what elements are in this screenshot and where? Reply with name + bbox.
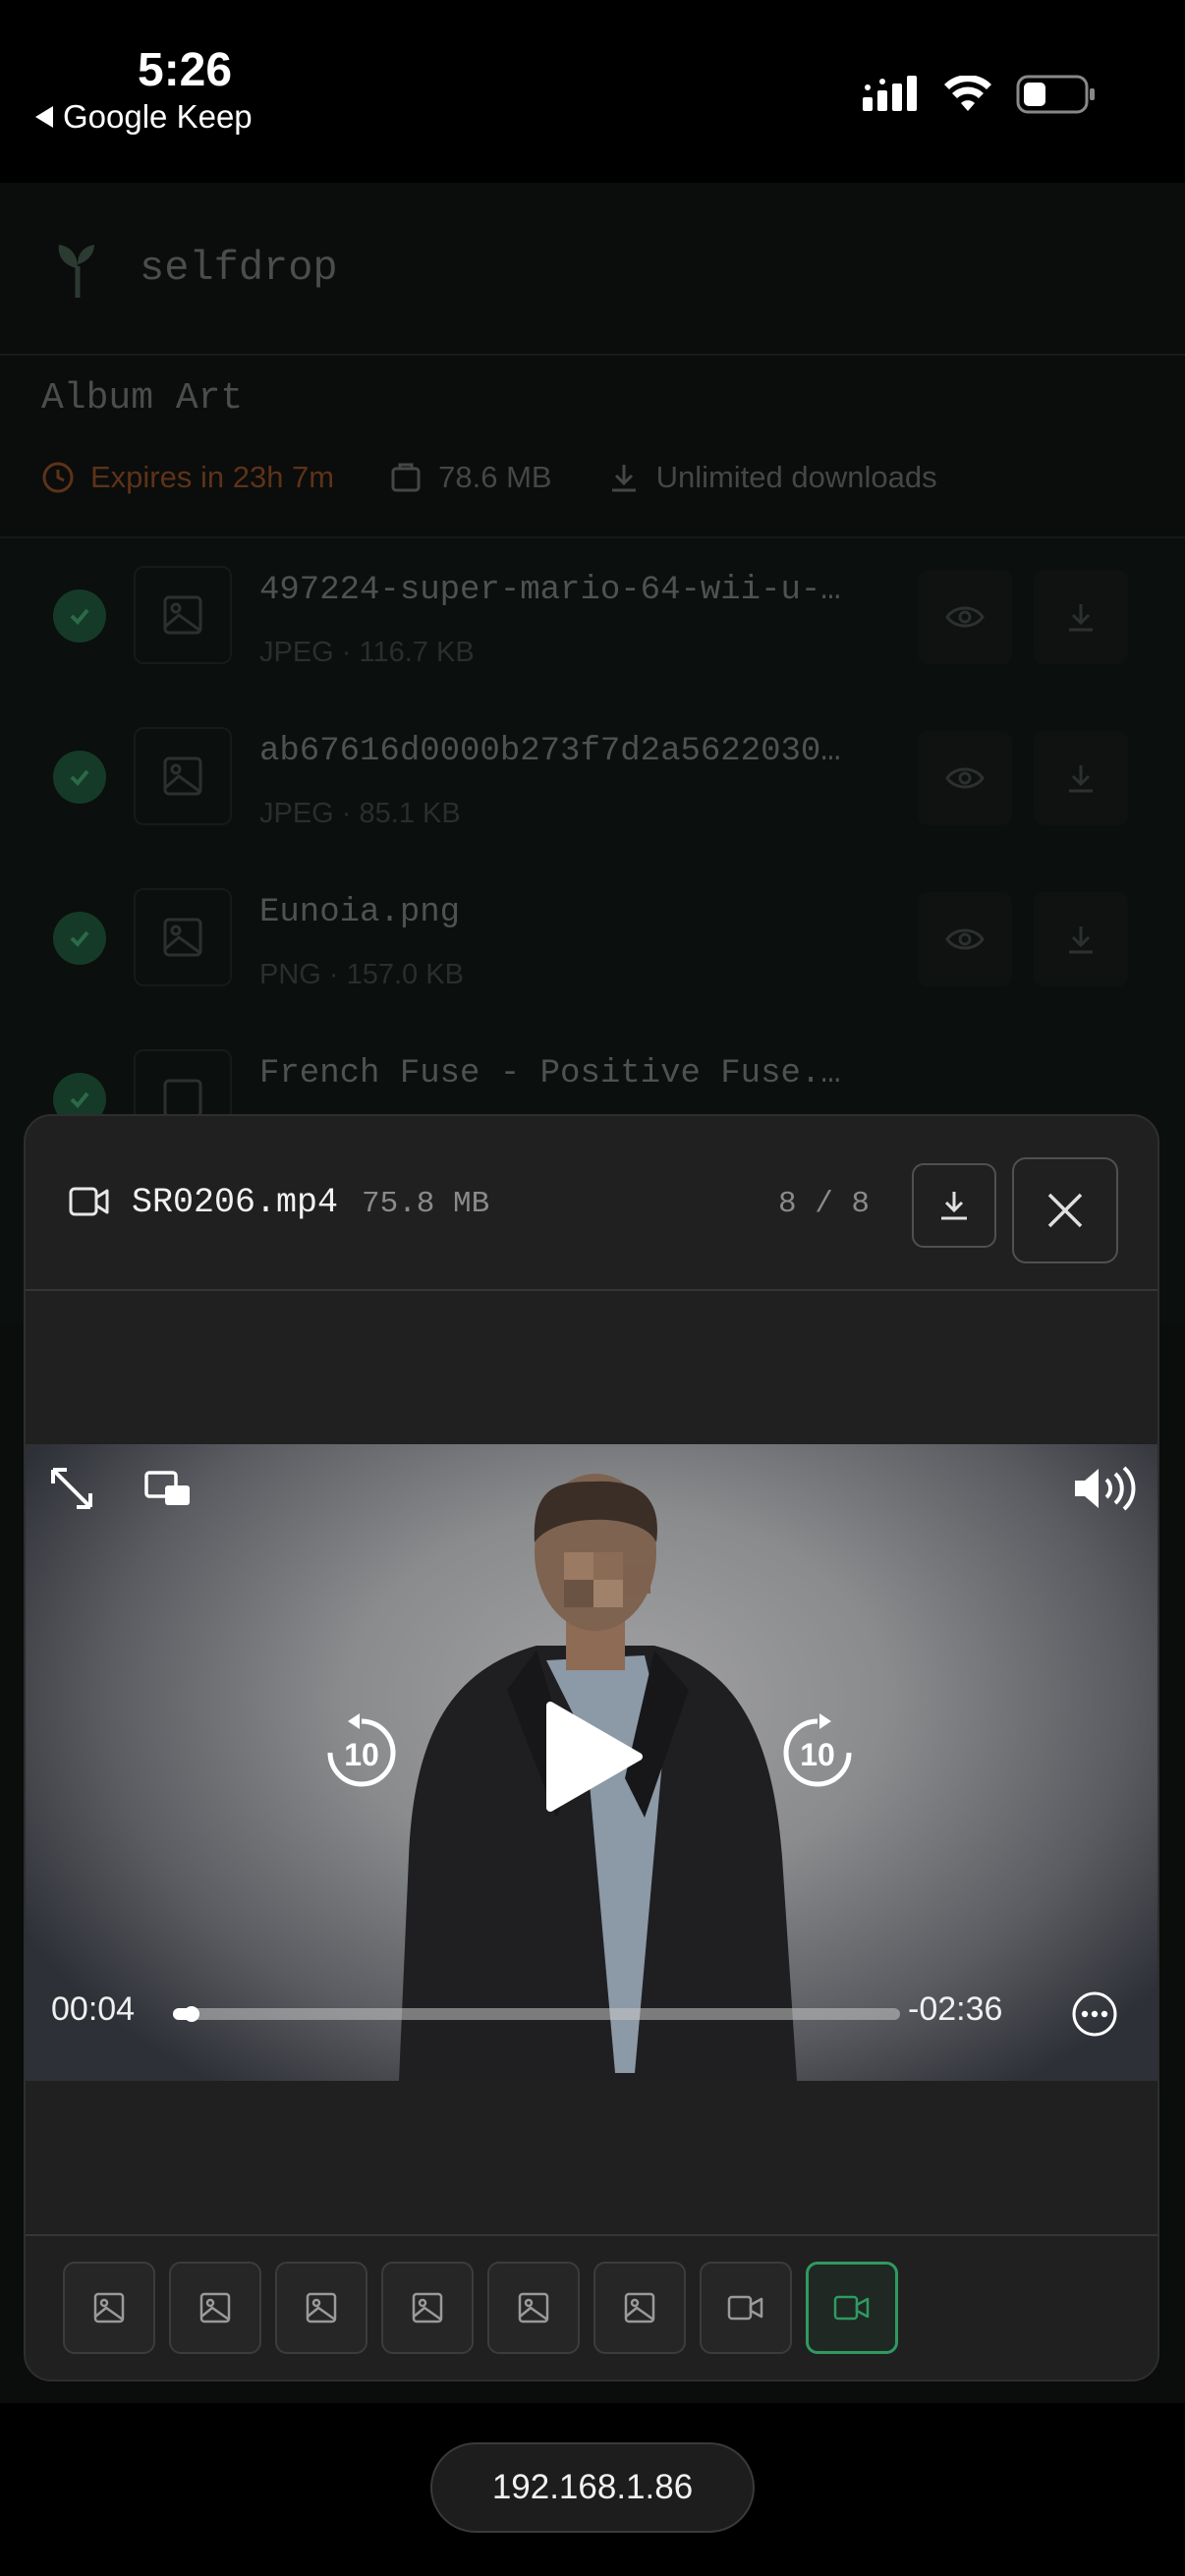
skip-back-label: 10 <box>344 1737 379 1772</box>
skip-back-button[interactable]: 10 <box>320 1711 403 1794</box>
download-button[interactable] <box>1034 570 1128 664</box>
video-file-icon <box>69 1187 109 1216</box>
thumbnail-1[interactable] <box>63 2262 155 2354</box>
image-thumb-icon <box>517 2291 550 2324</box>
file-row[interactable]: Eunoia.png PNG · 157.0 KB <box>0 861 1185 1022</box>
download-count-icon <box>611 465 636 492</box>
image-thumb-icon <box>411 2291 444 2324</box>
image-file-icon <box>134 888 232 986</box>
download-icon <box>1069 765 1093 793</box>
remaining-time: -02:36 <box>908 1990 1003 2028</box>
expiry-text: Expires in 23h 7m <box>90 460 335 494</box>
thumbnail-4[interactable] <box>381 2262 474 2354</box>
downloads-text: Unlimited downloads <box>655 460 937 494</box>
image-thumb-icon <box>92 2291 126 2324</box>
file-name: French Fuse - Positive Fuse.… <box>259 1055 841 1092</box>
file-row[interactable]: ab67616d0000b273f7d2a5622030… JPEG · 85.… <box>0 700 1185 861</box>
status-bar: 5:26 Google Keep <box>0 0 1185 183</box>
file-row[interactable]: 497224-super-mario-64-wii-u-… JPEG · 116… <box>0 538 1185 700</box>
download-icon <box>1069 604 1093 632</box>
back-arrow-icon <box>35 106 53 128</box>
eye-icon <box>945 767 985 789</box>
wifi-icon <box>944 76 991 111</box>
viewer-download-button[interactable] <box>912 1163 996 1248</box>
file-meta: JPEG · 85.1 KB <box>259 798 461 829</box>
skip-forward-label: 10 <box>800 1737 835 1772</box>
image-thumb-icon <box>198 2291 232 2324</box>
video-thumb-icon <box>727 2293 764 2323</box>
picture-in-picture-icon[interactable] <box>143 1470 193 1509</box>
video-player[interactable]: 10 10 00:04 -02:36 <box>26 1444 1157 2081</box>
file-meta: PNG · 157.0 KB <box>259 959 464 990</box>
viewer-file-name: SR0206.mp4 <box>132 1183 339 1222</box>
sprout-logo-icon <box>58 245 94 298</box>
viewer-header: SR0206.mp4 75.8 MB 8 / 8 <box>26 1116 1157 1291</box>
download-button[interactable] <box>1034 731 1128 825</box>
preview-button[interactable] <box>918 892 1012 986</box>
drop-meta: Expires in 23h 7m 78.6 MB Unlimited down… <box>41 460 937 495</box>
image-file-icon <box>134 566 232 664</box>
thumbnail-7[interactable] <box>700 2262 792 2354</box>
close-icon <box>1047 1193 1083 1228</box>
media-viewer-modal: SR0206.mp4 75.8 MB 8 / 8 10 10 00:04 -02… <box>24 1114 1159 2381</box>
video-thumb-icon <box>833 2293 871 2323</box>
fullscreen-icon[interactable] <box>47 1464 96 1513</box>
preview-button[interactable] <box>918 570 1012 664</box>
host-address[interactable]: 192.168.1.86 <box>430 2442 755 2533</box>
selected-check-icon[interactable] <box>53 751 106 804</box>
cellular-signal-icon <box>863 76 917 111</box>
clock-icon <box>42 462 74 493</box>
current-time: 00:04 <box>51 1990 136 2028</box>
download-icon <box>1069 926 1093 954</box>
file-name: ab67616d0000b273f7d2a5622030… <box>259 733 841 770</box>
skip-forward-button[interactable]: 10 <box>776 1711 859 1794</box>
back-to-app-link[interactable]: Google Keep <box>35 98 253 136</box>
thumbnail-3[interactable] <box>275 2262 367 2354</box>
thumbnail-6[interactable] <box>593 2262 686 2354</box>
storage-icon <box>391 463 421 492</box>
viewer-position: 8 / 8 <box>778 1187 871 1221</box>
seek-handle[interactable] <box>184 2006 200 2022</box>
thumbnail-8[interactable] <box>806 2262 898 2354</box>
download-icon <box>941 1192 967 1220</box>
preview-button[interactable] <box>918 731 1012 825</box>
status-time: 5:26 <box>138 44 233 96</box>
selected-check-icon[interactable] <box>53 589 106 643</box>
file-meta: JPEG · 116.7 KB <box>259 637 475 668</box>
download-button[interactable] <box>1034 892 1128 986</box>
total-size-text: 78.6 MB <box>438 460 552 494</box>
volume-icon[interactable] <box>1071 1464 1140 1513</box>
image-thumb-icon <box>305 2291 338 2324</box>
file-name: Eunoia.png <box>259 894 461 931</box>
back-app-label: Google Keep <box>63 98 253 135</box>
eye-icon <box>945 606 985 628</box>
battery-icon <box>1016 75 1095 114</box>
eye-icon <box>945 928 985 950</box>
thumbnail-2[interactable] <box>169 2262 261 2354</box>
image-thumb-icon <box>623 2291 656 2324</box>
drop-title: Album Art <box>41 377 244 420</box>
app-header: selfdrop <box>0 183 1185 356</box>
file-name: 497224-super-mario-64-wii-u-… <box>259 572 841 609</box>
app-brand-name: selfdrop <box>140 245 338 292</box>
viewer-close-button[interactable] <box>1012 1157 1118 1263</box>
image-file-icon <box>134 727 232 825</box>
thumbnail-5[interactable] <box>487 2262 580 2354</box>
viewer-file-size: 75.8 MB <box>362 1187 490 1221</box>
selected-check-icon[interactable] <box>53 912 106 965</box>
seek-bar[interactable] <box>173 2006 900 2022</box>
thumbnail-strip <box>26 2234 1157 2380</box>
more-options-icon[interactable] <box>1071 1990 1118 2038</box>
play-icon[interactable] <box>538 1698 647 1816</box>
